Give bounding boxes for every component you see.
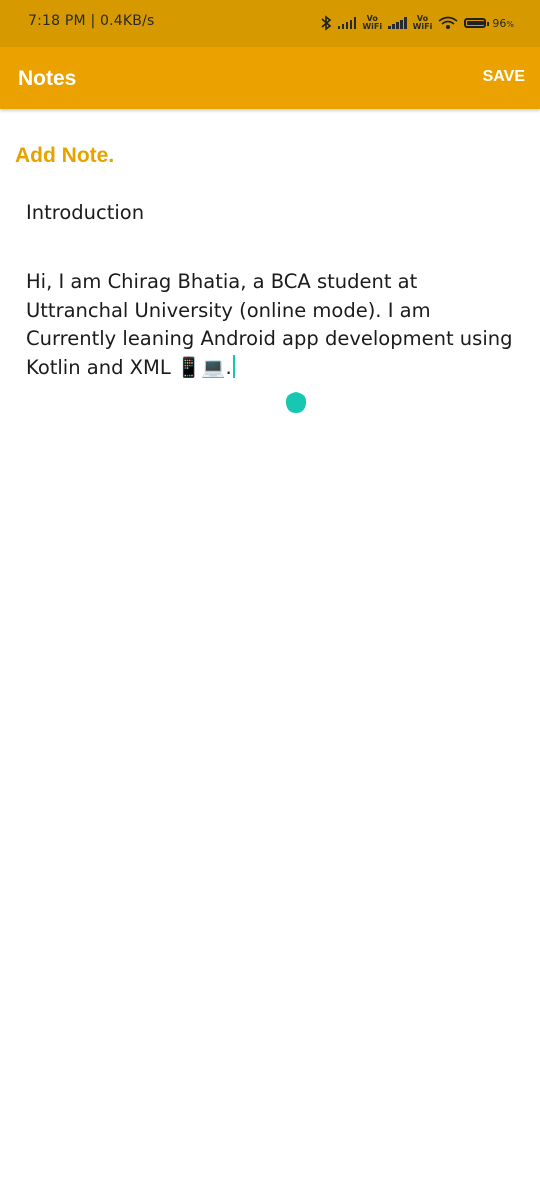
- text-cursor-handle[interactable]: [285, 382, 307, 414]
- battery-percent: 96%: [492, 16, 514, 30]
- note-body-input[interactable]: Hi, I am Chirag Bhatia, a BCA student at…: [26, 268, 516, 382]
- signal-icon: [337, 17, 357, 29]
- save-button[interactable]: SAVE: [481, 68, 527, 86]
- vowifi-label: Vo WiFi: [362, 14, 383, 31]
- note-body-value: Hi, I am Chirag Bhatia, a BCA student at…: [26, 270, 513, 379]
- vowifi-label: Vo WiFi: [412, 14, 433, 31]
- status-icons: Vo WiFi Vo WiFi 96%: [320, 9, 514, 37]
- app-bar: Notes SAVE: [0, 47, 540, 109]
- app-title: Notes: [18, 67, 77, 90]
- note-title-input[interactable]: Introduction: [26, 201, 516, 224]
- note-title-value: Introduction: [26, 201, 145, 224]
- signal-icon: [388, 17, 407, 29]
- network-speed: 0.4KB/s: [100, 13, 155, 29]
- battery-icon: [464, 18, 490, 28]
- text-cursor: [232, 354, 235, 378]
- clock: 7:18 PM: [28, 13, 86, 29]
- wifi-icon: [438, 16, 458, 29]
- status-time: 7:18 PM | 0.4KB/s: [28, 13, 155, 29]
- status-bar: 7:18 PM | 0.4KB/s Vo WiFi Vo WiFi 96%: [0, 0, 540, 47]
- add-note-heading: Add Note.: [15, 144, 115, 167]
- bluetooth-icon: [321, 15, 332, 31]
